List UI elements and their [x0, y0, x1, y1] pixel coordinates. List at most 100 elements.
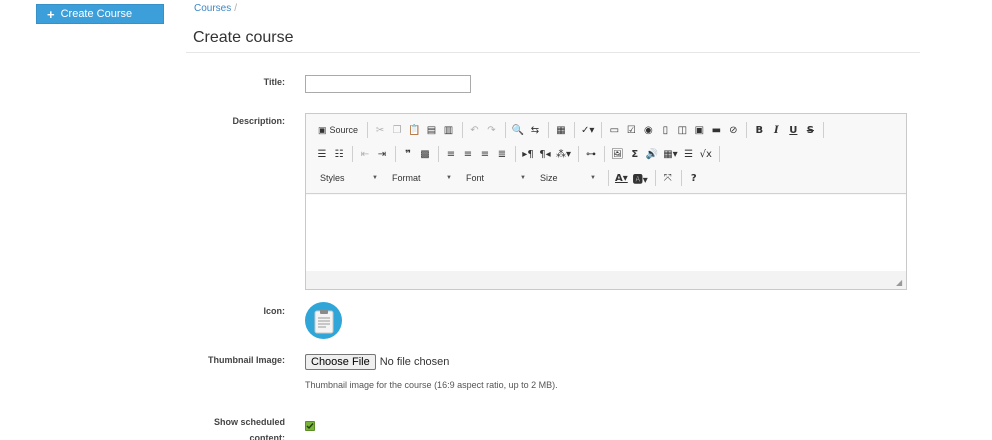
- toolbar-separator: [746, 122, 748, 138]
- toolbar-separator: [438, 146, 439, 162]
- title-divider: [186, 52, 920, 53]
- bulleted-list-icon[interactable]: ☷: [331, 145, 347, 163]
- plus-icon: +: [47, 6, 55, 22]
- choose-file-button[interactable]: Choose File: [305, 354, 376, 370]
- indent-icon[interactable]: ⇥: [374, 145, 390, 163]
- size-dropdown[interactable]: Size ▼: [534, 169, 600, 187]
- toolbar-row-2: ☰ ☷ ⇤ ⇥ ❞ ▩ ≡ ≡ ≡ ≣ ▸¶ ¶◂ ⁂▾ ⊶ 🖼 Σ 🔊 ▦▾ …: [314, 144, 724, 164]
- cut-icon[interactable]: ✂: [372, 121, 388, 139]
- copy-icon[interactable]: ❐: [389, 121, 405, 139]
- thumbnail-help-text: Thumbnail image for the course (16:9 asp…: [305, 380, 558, 390]
- align-justify-icon[interactable]: ≣: [494, 145, 510, 163]
- toolbar-separator: [601, 122, 603, 138]
- toolbar-separator: [515, 146, 516, 162]
- horizontal-rule-icon[interactable]: ☰: [681, 145, 697, 163]
- div-container-icon[interactable]: ▩: [417, 145, 433, 163]
- underline-icon[interactable]: U: [785, 121, 801, 139]
- title-input[interactable]: [305, 75, 471, 93]
- help-icon[interactable]: ?: [686, 169, 702, 187]
- align-center-icon[interactable]: ≡: [460, 145, 476, 163]
- toolbar-separator: [367, 122, 369, 138]
- course-icon-picker[interactable]: [305, 302, 342, 339]
- editor-content-area[interactable]: [306, 195, 906, 271]
- toolbar-separator: [578, 146, 580, 162]
- thumbnail-label: Thumbnail Image:: [207, 355, 285, 365]
- breadcrumb: Courses /: [194, 3, 237, 14]
- table-icon[interactable]: ▦▾: [661, 145, 679, 163]
- form-icon[interactable]: ▭: [606, 121, 622, 139]
- editor-toolbar: ▣ Source ✂ ❐ 📋 ▤ ▥ ↶ ↷ 🔍 ⇆ ▦ ✓▾ ▭ ☑ ◉ ▯ …: [306, 114, 906, 194]
- format-label: Format: [392, 173, 421, 183]
- align-left-icon[interactable]: ≡: [443, 145, 459, 163]
- styles-label: Styles: [320, 173, 345, 183]
- background-color-icon[interactable]: 🅰▾: [631, 169, 650, 187]
- show-scheduled-checkbox[interactable]: [305, 421, 315, 431]
- toolbar-separator: [547, 122, 549, 138]
- checkmark-icon: [306, 423, 314, 430]
- toolbar-separator: [352, 146, 353, 162]
- replace-icon[interactable]: ⇆: [527, 121, 543, 139]
- button-field-icon[interactable]: ▬: [708, 121, 724, 139]
- radio-icon[interactable]: ◉: [640, 121, 656, 139]
- rtl-icon[interactable]: ¶◂: [537, 145, 553, 163]
- show-scheduled-label: Show scheduled content:: [175, 414, 285, 440]
- toolbar-separator: [608, 170, 609, 186]
- font-dropdown[interactable]: Font ▼: [460, 169, 530, 187]
- styles-dropdown[interactable]: Styles ▼: [314, 169, 382, 187]
- numbered-list-icon[interactable]: ☰: [314, 145, 330, 163]
- toolbar-separator: [680, 170, 682, 186]
- create-course-label: Create Course: [60, 8, 133, 20]
- language-icon[interactable]: ⁂▾: [554, 145, 573, 163]
- paste-word-icon[interactable]: ▥: [441, 121, 457, 139]
- textarea-icon[interactable]: ◫: [674, 121, 690, 139]
- breadcrumb-separator: /: [234, 3, 238, 14]
- image-icon[interactable]: 🖼: [609, 145, 626, 163]
- font-label: Font: [466, 173, 485, 183]
- chevron-down-icon: ▼: [446, 175, 452, 181]
- strikethrough-icon[interactable]: S: [802, 121, 818, 139]
- source-label: Source: [329, 125, 359, 135]
- audio-icon[interactable]: 🔊: [644, 145, 660, 163]
- create-course-button[interactable]: + Create Course: [36, 4, 164, 24]
- file-status-text: No file chosen: [379, 356, 450, 368]
- italic-icon[interactable]: I: [768, 121, 784, 139]
- editor-footer: ◢: [306, 271, 906, 289]
- spellcheck-icon[interactable]: ✓▾: [579, 121, 596, 139]
- maximize-icon[interactable]: ⤧: [660, 169, 676, 187]
- align-right-icon[interactable]: ≡: [477, 145, 493, 163]
- toolbar-separator: [504, 122, 506, 138]
- select-field-icon[interactable]: ▣: [691, 121, 707, 139]
- outdent-icon[interactable]: ⇤: [357, 145, 373, 163]
- math-icon[interactable]: Σ: [627, 145, 643, 163]
- bold-icon[interactable]: B: [751, 121, 767, 139]
- icon-label: Icon:: [263, 306, 286, 316]
- source-button[interactable]: ▣ Source: [314, 121, 362, 139]
- paste-icon[interactable]: 📋: [406, 121, 422, 139]
- page-title: Create course: [193, 29, 294, 46]
- format-dropdown[interactable]: Format ▼: [386, 169, 456, 187]
- redo-icon[interactable]: ↷: [484, 121, 500, 139]
- hidden-field-icon[interactable]: ⊘: [725, 121, 741, 139]
- find-icon[interactable]: 🔍: [510, 121, 526, 139]
- resize-handle-icon[interactable]: ◢: [896, 279, 904, 287]
- thumbnail-file-input: Choose File No file chosen: [305, 354, 449, 370]
- undo-icon[interactable]: ↶: [467, 121, 483, 139]
- source-icon: ▣: [318, 124, 327, 135]
- toolbar-separator: [718, 146, 720, 162]
- ltr-icon[interactable]: ▸¶: [520, 145, 536, 163]
- textfield-icon[interactable]: ▯: [657, 121, 673, 139]
- link-icon[interactable]: ⊶: [583, 145, 599, 163]
- toolbar-separator: [573, 122, 575, 138]
- checkbox-icon[interactable]: ☑: [623, 121, 639, 139]
- toolbar-row-3: Styles ▼ Format ▼ Font ▼ Size ▼ A▾ 🅰▾ ⤧ …: [314, 168, 703, 188]
- equation-icon[interactable]: √x: [698, 145, 714, 163]
- title-label: Title:: [263, 77, 285, 87]
- show-scheduled-label-line2: content:: [249, 433, 286, 440]
- clipboard-icon: [314, 308, 333, 333]
- blockquote-icon[interactable]: ❞: [400, 145, 416, 163]
- breadcrumb-link-courses[interactable]: Courses: [194, 3, 231, 14]
- paste-text-icon[interactable]: ▤: [424, 121, 440, 139]
- chevron-down-icon: ▼: [590, 175, 596, 181]
- select-all-icon[interactable]: ▦: [553, 121, 569, 139]
- text-color-icon[interactable]: A▾: [613, 169, 630, 187]
